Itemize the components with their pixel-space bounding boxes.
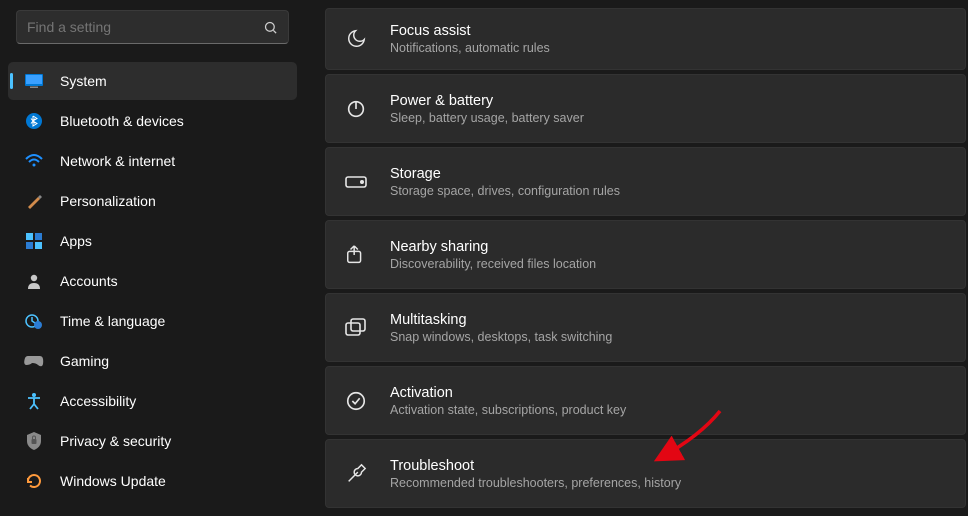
tile-multitasking[interactable]: Multitasking Snap windows, desktops, tas… [325, 293, 966, 362]
drive-icon [344, 170, 368, 194]
nav-item-bluetooth[interactable]: Bluetooth & devices [8, 102, 297, 140]
nav-item-time-language[interactable]: Time & language [8, 302, 297, 340]
tile-title: Multitasking [390, 312, 612, 328]
tile-activation[interactable]: Activation Activation state, subscriptio… [325, 366, 966, 435]
nav-item-accessibility[interactable]: Accessibility [8, 382, 297, 420]
selection-accent [10, 73, 13, 89]
bluetooth-icon [24, 111, 44, 131]
tile-troubleshoot[interactable]: Troubleshoot Recommended troubleshooters… [325, 439, 966, 508]
tile-desc: Activation state, subscriptions, product… [390, 403, 626, 417]
nav-label: Accounts [60, 273, 118, 289]
wrench-icon [344, 462, 368, 486]
tile-title: Power & battery [390, 93, 584, 109]
tile-title: Troubleshoot [390, 458, 681, 474]
tile-desc: Snap windows, desktops, task switching [390, 330, 612, 344]
nav-label: System [60, 73, 107, 89]
update-icon [24, 471, 44, 491]
tile-content: Nearby sharing Discoverability, received… [390, 239, 596, 271]
person-icon [24, 271, 44, 291]
nav-label: Accessibility [60, 393, 136, 409]
nav-label: Personalization [60, 193, 156, 209]
nav-item-apps[interactable]: Apps [8, 222, 297, 260]
tile-content: Focus assist Notifications, automatic ru… [390, 23, 550, 55]
nav-label: Apps [60, 233, 92, 249]
search-input-wrapper[interactable] [16, 10, 289, 44]
share-icon [344, 243, 368, 267]
multitask-icon [344, 316, 368, 340]
nav-item-personalization[interactable]: Personalization [8, 182, 297, 220]
tile-title: Focus assist [390, 23, 550, 39]
tile-desc: Storage space, drives, configuration rul… [390, 184, 620, 198]
check-circle-icon [344, 389, 368, 413]
accessibility-icon [24, 391, 44, 411]
tile-title: Activation [390, 385, 626, 401]
tile-desc: Sleep, battery usage, battery saver [390, 111, 584, 125]
tile-content: Multitasking Snap windows, desktops, tas… [390, 312, 612, 344]
nav-item-accounts[interactable]: Accounts [8, 262, 297, 300]
shield-icon [24, 431, 44, 451]
tile-storage[interactable]: Storage Storage space, drives, configura… [325, 147, 966, 216]
nav-label: Windows Update [60, 473, 166, 489]
search-container [8, 10, 297, 54]
tile-power-battery[interactable]: Power & battery Sleep, battery usage, ba… [325, 74, 966, 143]
main-content: Focus assist Notifications, automatic ru… [305, 0, 968, 516]
monitor-icon [24, 71, 44, 91]
search-input[interactable] [27, 19, 247, 35]
nav-item-gaming[interactable]: Gaming [8, 342, 297, 380]
moon-icon [344, 27, 368, 51]
tile-content: Power & battery Sleep, battery usage, ba… [390, 93, 584, 125]
nav-item-network[interactable]: Network & internet [8, 142, 297, 180]
power-icon [344, 97, 368, 121]
tile-nearby-sharing[interactable]: Nearby sharing Discoverability, received… [325, 220, 966, 289]
tile-desc: Notifications, automatic rules [390, 41, 550, 55]
tile-title: Storage [390, 166, 620, 182]
tile-desc: Discoverability, received files location [390, 257, 596, 271]
wifi-icon [24, 151, 44, 171]
nav-label: Network & internet [60, 153, 175, 169]
nav-label: Bluetooth & devices [60, 113, 184, 129]
tile-desc: Recommended troubleshooters, preferences… [390, 476, 681, 490]
apps-icon [24, 231, 44, 251]
nav-label: Time & language [60, 313, 165, 329]
tile-content: Storage Storage space, drives, configura… [390, 166, 620, 198]
nav-item-privacy[interactable]: Privacy & security [8, 422, 297, 460]
tile-content: Troubleshoot Recommended troubleshooters… [390, 458, 681, 490]
nav-item-windows-update[interactable]: Windows Update [8, 462, 297, 500]
tile-title: Nearby sharing [390, 239, 596, 255]
nav-item-system[interactable]: System [8, 62, 297, 100]
nav-label: Privacy & security [60, 433, 171, 449]
brush-icon [24, 191, 44, 211]
nav-list: System Bluetooth & devices Network & int… [8, 56, 297, 500]
search-icon [263, 20, 278, 35]
sidebar: System Bluetooth & devices Network & int… [0, 0, 305, 516]
tile-focus-assist[interactable]: Focus assist Notifications, automatic ru… [325, 8, 966, 70]
nav-label: Gaming [60, 353, 109, 369]
tile-content: Activation Activation state, subscriptio… [390, 385, 626, 417]
clock-globe-icon [24, 311, 44, 331]
gamepad-icon [24, 351, 44, 371]
